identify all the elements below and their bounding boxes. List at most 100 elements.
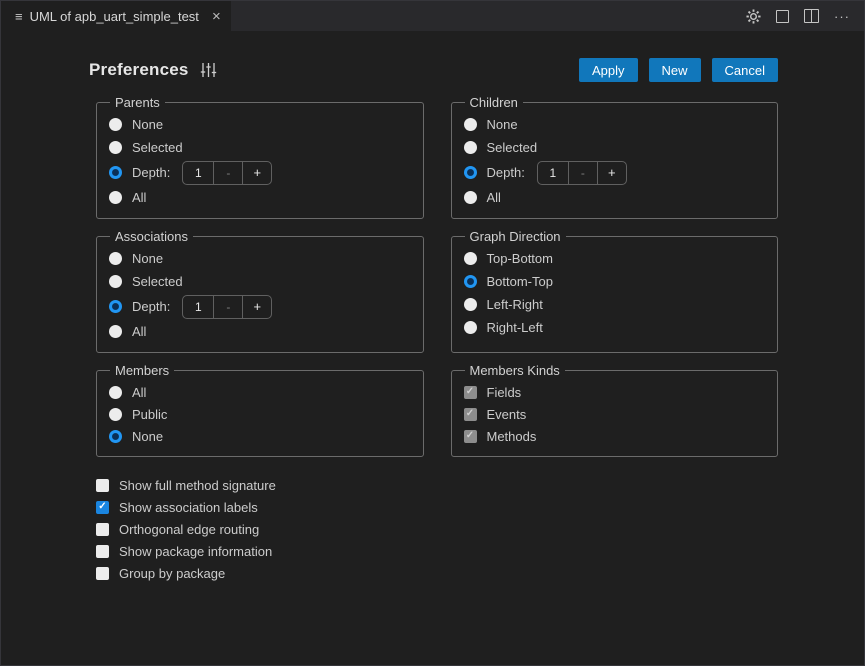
group-associations-legend: Associations bbox=[110, 229, 193, 244]
checkbox-label: Orthogonal edge routing bbox=[119, 522, 259, 537]
radio-option-bottom-top[interactable]: Bottom-Top bbox=[464, 270, 766, 293]
radio-label: None bbox=[487, 117, 518, 132]
radio-option-members-public[interactable]: Public bbox=[109, 403, 411, 425]
radio-option-children-depth[interactable]: Depth: 1 - + bbox=[464, 159, 766, 186]
preference-groups: Parents None Selected Depth: 1 - + bbox=[96, 95, 778, 457]
radio-icon[interactable] bbox=[109, 191, 122, 204]
radio-option-associations-depth[interactable]: Depth: 1 - + bbox=[109, 293, 411, 320]
radio-icon[interactable] bbox=[109, 386, 122, 399]
group-children-legend: Children bbox=[465, 95, 523, 110]
group-parents-legend: Parents bbox=[110, 95, 165, 110]
radio-label: None bbox=[132, 429, 163, 444]
checkbox-icon-checked[interactable] bbox=[96, 501, 109, 514]
depth-spinner[interactable]: 1 - + bbox=[182, 161, 272, 185]
checkbox-option-show-full-method-signature[interactable]: Show full method signature bbox=[96, 474, 778, 496]
checkbox-label: Show package information bbox=[119, 544, 272, 559]
group-members-kinds-legend: Members Kinds bbox=[465, 363, 565, 378]
checkbox-option-fields[interactable]: Fields bbox=[464, 381, 766, 403]
checkbox-icon-disabled-checked[interactable] bbox=[464, 408, 477, 421]
checkbox-option-show-association-labels[interactable]: Show association labels bbox=[96, 496, 778, 518]
editor-window: ≡ UML of apb_uart_simple_test × ··· bbox=[0, 0, 865, 666]
radio-icon[interactable] bbox=[464, 191, 477, 204]
radio-icon-selected[interactable] bbox=[464, 275, 477, 288]
radio-icon-selected[interactable] bbox=[464, 166, 477, 179]
radio-icon[interactable] bbox=[464, 252, 477, 265]
checkbox-option-group-by-package[interactable]: Group by package bbox=[96, 562, 778, 584]
spinner-value[interactable]: 1 bbox=[183, 162, 214, 184]
radio-icon[interactable] bbox=[464, 298, 477, 311]
depth-spinner[interactable]: 1 - + bbox=[182, 295, 272, 319]
group-associations: Associations None Selected Depth: 1 - + bbox=[96, 229, 424, 353]
spinner-decrement-button[interactable]: - bbox=[214, 162, 243, 184]
spinner-increment-button[interactable]: + bbox=[598, 162, 626, 184]
tab-close-icon[interactable]: × bbox=[212, 9, 221, 24]
radio-option-left-right[interactable]: Left-Right bbox=[464, 293, 766, 316]
group-graph-direction-legend: Graph Direction bbox=[465, 229, 566, 244]
radio-option-associations-selected[interactable]: Selected bbox=[109, 270, 411, 293]
radio-option-parents-none[interactable]: None bbox=[109, 113, 411, 136]
radio-icon[interactable] bbox=[109, 141, 122, 154]
tab-bar: ≡ UML of apb_uart_simple_test × ··· bbox=[1, 1, 864, 31]
checkbox-option-events[interactable]: Events bbox=[464, 403, 766, 425]
radio-option-right-left[interactable]: Right-Left bbox=[464, 316, 766, 339]
radio-option-members-all[interactable]: All bbox=[109, 381, 411, 403]
checkbox-option-methods[interactable]: Methods bbox=[464, 425, 766, 447]
radio-icon[interactable] bbox=[109, 275, 122, 288]
radio-label: Selected bbox=[132, 140, 183, 155]
radio-option-associations-all[interactable]: All bbox=[109, 320, 411, 343]
cancel-button[interactable]: Cancel bbox=[712, 58, 778, 82]
radio-option-parents-all[interactable]: All bbox=[109, 186, 411, 209]
split-editor-icon[interactable] bbox=[804, 9, 819, 23]
more-actions-icon[interactable]: ··· bbox=[834, 10, 850, 23]
radio-icon-selected[interactable] bbox=[109, 166, 122, 179]
spinner-increment-button[interactable]: + bbox=[243, 162, 271, 184]
checkbox-icon-unchecked[interactable] bbox=[96, 545, 109, 558]
apply-button[interactable]: Apply bbox=[579, 58, 638, 82]
checkbox-label: Fields bbox=[487, 385, 522, 400]
radio-icon-selected[interactable] bbox=[109, 300, 122, 313]
radio-option-children-selected[interactable]: Selected bbox=[464, 136, 766, 159]
checkbox-icon-unchecked[interactable] bbox=[96, 479, 109, 492]
display-options: Show full method signature Show associat… bbox=[96, 474, 778, 584]
radio-icon[interactable] bbox=[109, 118, 122, 131]
radio-icon[interactable] bbox=[109, 408, 122, 421]
radio-label: Selected bbox=[132, 274, 183, 289]
radio-icon[interactable] bbox=[464, 141, 477, 154]
radio-option-associations-none[interactable]: None bbox=[109, 247, 411, 270]
group-members-legend: Members bbox=[110, 363, 174, 378]
layout-square-icon[interactable] bbox=[776, 10, 789, 23]
radio-label: Left-Right bbox=[487, 297, 543, 312]
radio-icon[interactable] bbox=[109, 325, 122, 338]
checkbox-icon-unchecked[interactable] bbox=[96, 567, 109, 580]
spinner-decrement-button[interactable]: - bbox=[569, 162, 598, 184]
spinner-decrement-button[interactable]: - bbox=[214, 296, 243, 318]
radio-icon-selected[interactable] bbox=[109, 430, 122, 443]
depth-spinner[interactable]: 1 - + bbox=[537, 161, 627, 185]
radio-option-children-all[interactable]: All bbox=[464, 186, 766, 209]
radio-icon[interactable] bbox=[464, 118, 477, 131]
radio-option-parents-depth[interactable]: Depth: 1 - + bbox=[109, 159, 411, 186]
checkbox-icon-disabled-checked[interactable] bbox=[464, 386, 477, 399]
new-button[interactable]: New bbox=[649, 58, 701, 82]
tab-uml-preferences[interactable]: ≡ UML of apb_uart_simple_test × bbox=[1, 1, 231, 31]
radio-option-children-none[interactable]: None bbox=[464, 113, 766, 136]
radio-label: Right-Left bbox=[487, 320, 543, 335]
radio-label: Public bbox=[132, 407, 167, 422]
radio-option-top-bottom[interactable]: Top-Bottom bbox=[464, 247, 766, 270]
radio-option-members-none[interactable]: None bbox=[109, 425, 411, 447]
tab-title: UML of apb_uart_simple_test bbox=[30, 9, 199, 24]
checkbox-icon-unchecked[interactable] bbox=[96, 523, 109, 536]
radio-option-parents-selected[interactable]: Selected bbox=[109, 136, 411, 159]
settings-gear-icon[interactable] bbox=[746, 9, 761, 24]
radio-label: None bbox=[132, 251, 163, 266]
spinner-increment-button[interactable]: + bbox=[243, 296, 271, 318]
editor-actions: ··· bbox=[746, 1, 864, 31]
radio-label: Top-Bottom bbox=[487, 251, 553, 266]
radio-icon[interactable] bbox=[109, 252, 122, 265]
checkbox-option-orthogonal-edge-routing[interactable]: Orthogonal edge routing bbox=[96, 518, 778, 540]
spinner-value[interactable]: 1 bbox=[538, 162, 569, 184]
checkbox-option-show-package-information[interactable]: Show package information bbox=[96, 540, 778, 562]
radio-icon[interactable] bbox=[464, 321, 477, 334]
spinner-value[interactable]: 1 bbox=[183, 296, 214, 318]
checkbox-icon-disabled-checked[interactable] bbox=[464, 430, 477, 443]
